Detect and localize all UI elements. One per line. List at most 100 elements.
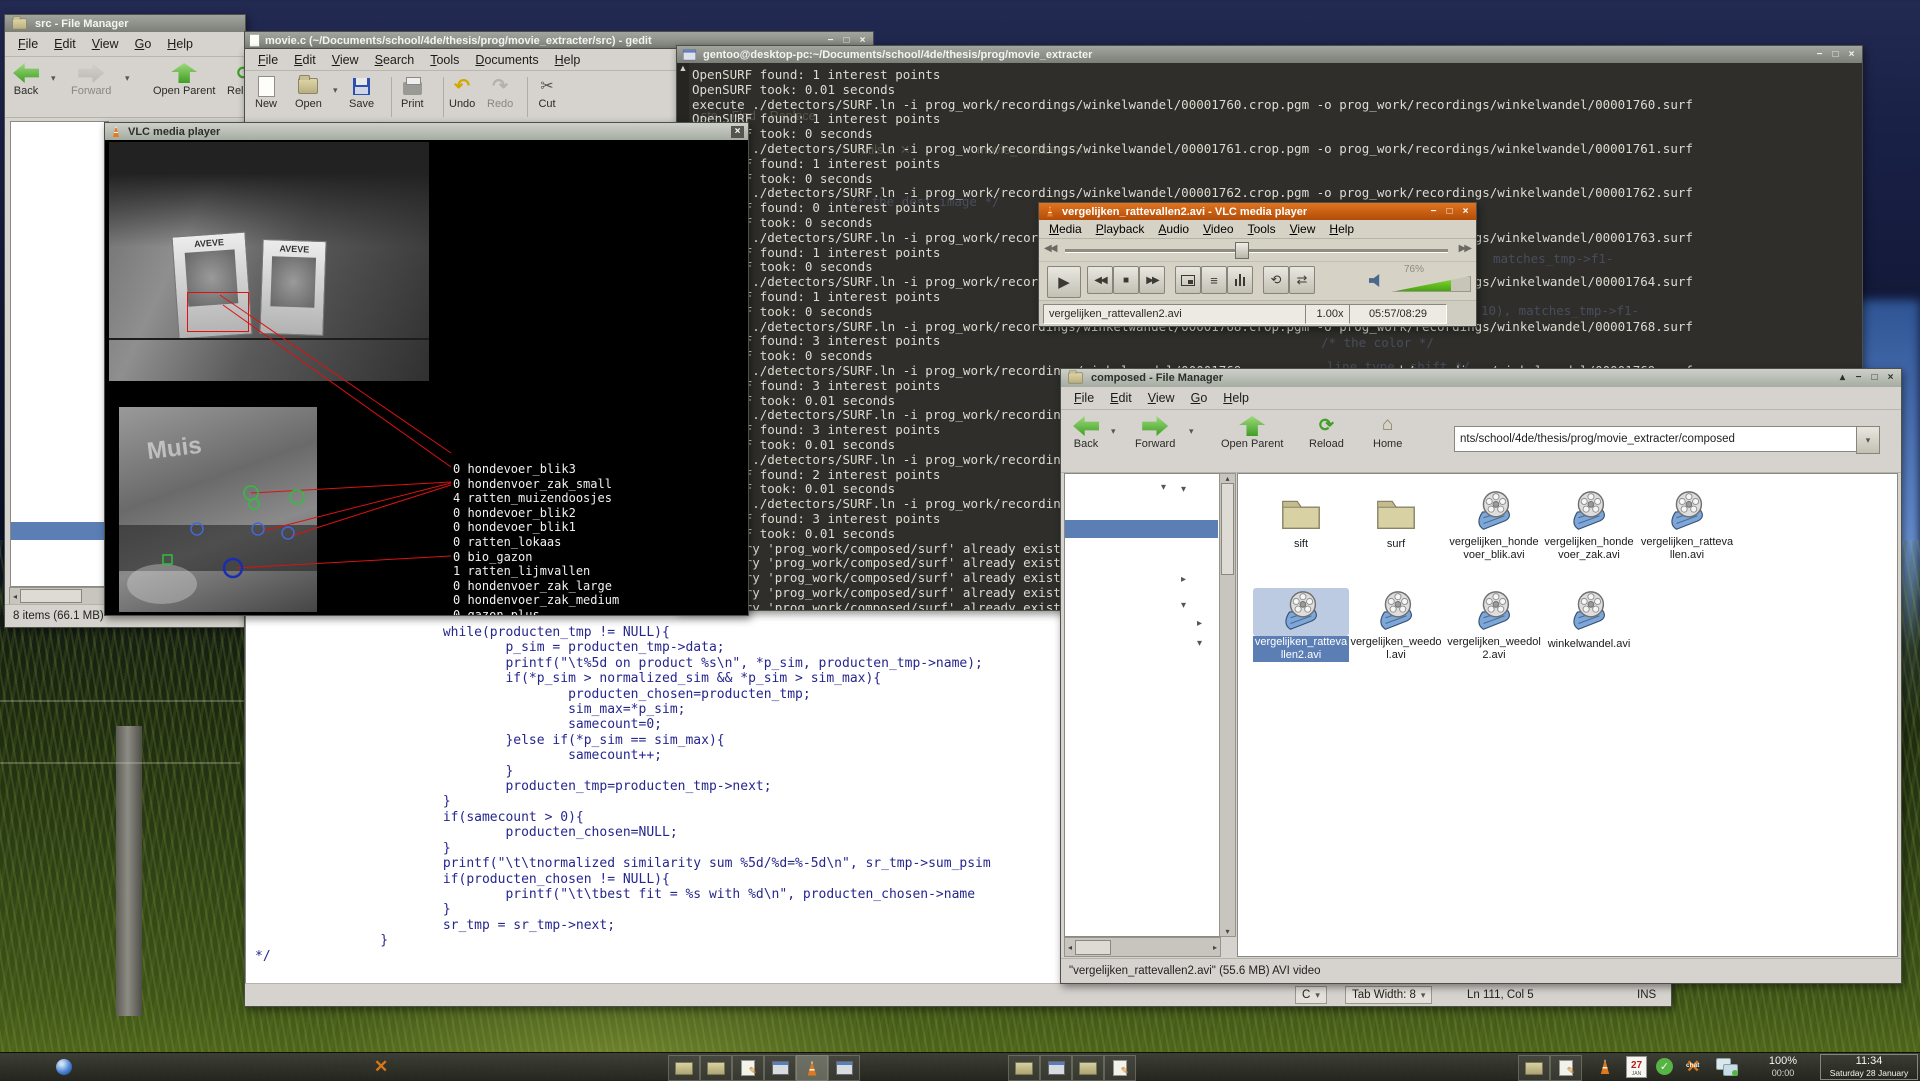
composed-fm-tree-pane[interactable]: ▾ ▾ ▸ ▾ ▸ ▾ [1064,473,1221,937]
close-icon[interactable]: × [1459,206,1472,218]
open-dropdown-icon[interactable]: ▾ [333,85,338,96]
file-item[interactable]: surf [1348,488,1444,551]
redo-button[interactable]: ↷ Redo [487,76,513,110]
equalizer-button[interactable] [1227,266,1253,294]
minimize-icon[interactable]: − [1852,372,1865,384]
menu-media[interactable]: Media [1043,221,1088,237]
file-item[interactable]: vergelijken_weedol.avi [1348,588,1444,662]
task-button-folder[interactable] [1072,1055,1104,1081]
loop-button[interactable]: ⟲ [1263,266,1289,294]
tab-width-combo[interactable]: Tab Width: 8▾ [1345,987,1432,1003]
menu-edit[interactable]: Edit [287,51,323,69]
shuffle-button[interactable]: ⇄ [1289,266,1315,294]
task-button-folder[interactable] [1008,1055,1040,1081]
battery-monitor[interactable]: 100% 00:00 [1752,1055,1814,1079]
scroll-right-icon[interactable]: ▸ [1210,943,1220,952]
next-button[interactable]: ▶▶ [1139,266,1165,294]
tray-calendar[interactable]: 27 JAN [1626,1056,1647,1077]
vlc-video-canvas[interactable]: AVEVE AVEVE Muis 0 hondevoer_blik3 0 hon… [105,140,748,615]
expander-icon[interactable]: ▸ [1181,574,1186,585]
scroll-left-icon[interactable]: ◂ [1065,943,1075,952]
menu-search[interactable]: Search [368,51,422,69]
clock[interactable]: 11:34 Saturday 28 January [1820,1054,1918,1080]
menu-file[interactable]: File [1067,389,1101,407]
playback-rate[interactable]: 1.00x [1305,304,1355,324]
open-parent-button[interactable]: Open Parent [1221,416,1283,450]
forward-button[interactable]: Forward [71,63,111,97]
tree-selected-item[interactable] [1065,520,1218,538]
menu-go[interactable]: Go [1184,389,1215,407]
menu-file[interactable]: File [11,35,45,53]
menu-audio[interactable]: Audio [1152,221,1195,237]
file-item[interactable]: sift [1253,488,1349,551]
tree-vscrollbar[interactable]: ▴ ▾ [1219,473,1236,937]
window-composed-file-manager[interactable]: composed - File Manager ▴−□× File Edit V… [1060,368,1902,984]
scroll-left-icon[interactable]: ◂ [10,592,20,601]
menu-help[interactable]: Help [1216,389,1256,407]
src-fm-titlebar[interactable]: src - File Manager [5,15,245,32]
tray-xchat[interactable]: ✕chat [1686,1056,1700,1077]
back-dropdown-icon[interactable]: ▾ [51,73,56,84]
shade-icon[interactable]: ▴ [1836,372,1849,384]
maximize-icon[interactable]: □ [1868,372,1881,384]
menu-view[interactable]: View [1141,389,1182,407]
minimize-icon[interactable]: − [1813,49,1826,61]
task-button-terminal[interactable] [764,1055,796,1081]
task-button-gedit[interactable] [732,1055,764,1081]
side-pane-selected-item[interactable] [11,522,106,540]
volume-slider[interactable] [1391,276,1471,292]
save-button[interactable]: Save [349,76,374,110]
tray-skype[interactable]: ✓ [1656,1056,1673,1077]
window-vlc-player[interactable]: vergelijken_rattevallen2.avi - VLC media… [1038,202,1477,327]
launcher-button[interactable] [56,1056,72,1077]
back-button[interactable]: Back [13,63,39,97]
seek-thumb[interactable] [1235,242,1249,259]
menu-video[interactable]: Video [1197,221,1239,237]
location-bar[interactable]: nts/school/4de/thesis/prog/movie_extract… [1454,426,1866,452]
open-button[interactable]: Open [295,76,322,110]
src-fm-side-pane[interactable] [10,121,109,587]
tree-hscrollbar[interactable]: ◂ ▸ [1064,937,1221,957]
terminal-titlebar[interactable]: gentoo@desktop-pc:~/Documents/school/4de… [677,46,1862,63]
stop-button[interactable]: ■ [1113,266,1139,294]
play-button[interactable]: ▶ [1047,266,1081,298]
maximize-icon[interactable]: □ [1443,206,1456,218]
vlc-video-titlebar[interactable]: VLC media player × [105,123,748,140]
task-button-vlc-active[interactable] [796,1055,828,1081]
maximize-icon[interactable]: □ [1829,49,1842,61]
expander-icon[interactable]: ▾ [1181,600,1186,611]
forward-dropdown-icon[interactable]: ▾ [125,73,130,84]
rewind-icon[interactable]: ◀◀ [1044,243,1055,254]
menu-help[interactable]: Help [548,51,588,69]
close-icon[interactable]: × [1884,372,1897,384]
open-parent-button[interactable]: Open Parent [153,63,215,97]
file-item[interactable]: vergelijken_weedol2.avi [1446,588,1542,662]
previous-button[interactable]: ◀◀ [1087,266,1113,294]
task-button-gedit[interactable] [1550,1055,1582,1081]
expander-icon[interactable]: ▾ [1181,484,1186,495]
expander-icon[interactable]: ▾ [1161,482,1166,493]
file-item[interactable]: winkelwandel.avi [1541,588,1637,651]
scroll-thumb[interactable] [1221,483,1234,575]
undo-button[interactable]: ↶ Undo [449,76,475,110]
menu-edit[interactable]: Edit [1103,389,1139,407]
menu-help[interactable]: Help [160,35,200,53]
close-icon[interactable]: × [1845,49,1858,61]
task-button-folder[interactable] [700,1055,732,1081]
scroll-up-icon[interactable]: ▴ [1225,474,1229,483]
language-combo[interactable]: C▾ [1295,987,1327,1003]
menu-edit[interactable]: Edit [47,35,83,53]
time-display[interactable]: 05:57/08:29 [1349,304,1447,324]
task-button-gedit[interactable] [1104,1055,1136,1081]
composed-fm-file-pane[interactable]: sift surf vergelijken_hondevoer_blik.avi… [1237,473,1898,957]
playlist-button[interactable]: ≡ [1201,266,1227,294]
cut-button[interactable]: ✂ Cut [537,76,557,110]
location-dropdown-button[interactable]: ▾ [1856,426,1880,454]
file-item[interactable]: vergelijken_hondevoer_zak.avi [1541,488,1637,562]
tray-vlc[interactable] [1598,1056,1612,1077]
print-button[interactable]: Print [401,76,424,110]
task-button-folder[interactable] [668,1055,700,1081]
expander-icon[interactable]: ▾ [1197,638,1202,649]
back-dropdown-icon[interactable]: ▾ [1111,426,1116,437]
new-button[interactable]: New [255,76,277,110]
